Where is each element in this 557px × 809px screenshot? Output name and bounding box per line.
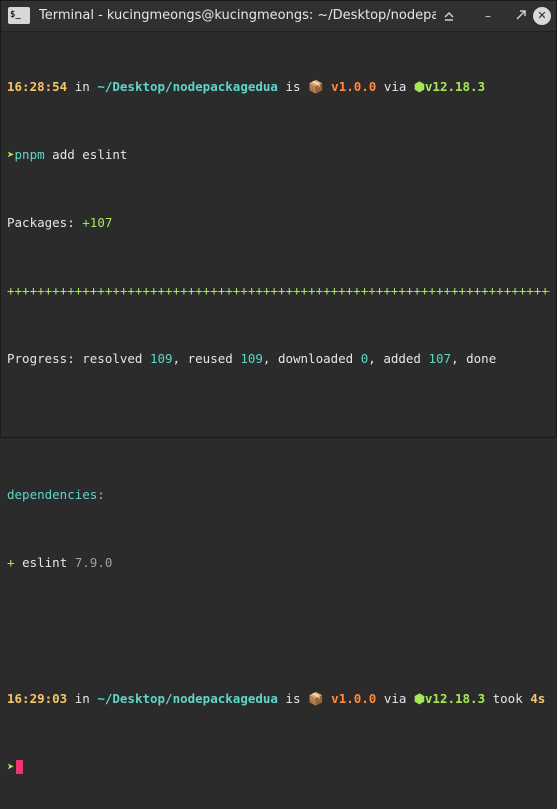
progress-text: , downloaded [262, 351, 361, 366]
command-name: pnpm [14, 147, 45, 162]
window-title: Terminal - kucingmeongs@kucingmeongs: ~/… [39, 8, 436, 23]
prompt-line-1: 16:28:54 in ~/Desktop/nodepackagedua is … [7, 78, 550, 95]
package-icon: 📦 [308, 691, 324, 706]
prompt-text: took [485, 691, 531, 706]
reused-count: 109 [240, 351, 263, 366]
dependency-version: 7.9.0 [67, 555, 113, 570]
close-button[interactable]: ✕ [533, 7, 551, 25]
package-icon: 📦 [308, 79, 324, 94]
chevron-up-icon[interactable] [440, 7, 458, 25]
package-version: v1.0.0 [323, 79, 377, 94]
progress-line: Progress: resolved 109, reused 109, down… [7, 350, 550, 367]
terminal-window: $_ Terminal - kucingmeongs@kucingmeongs:… [0, 0, 557, 774]
dependency-plus: + [7, 555, 23, 570]
prompt-time: 16:29:03 [7, 691, 68, 706]
prompt-text: is [277, 79, 309, 94]
prompt-text: is [277, 691, 309, 706]
prompt-arrow-icon: ➤ [7, 147, 15, 162]
package-version: v1.0.0 [323, 691, 377, 706]
dependency-name: eslint [22, 555, 68, 570]
title-bar[interactable]: $_ Terminal - kucingmeongs@kucingmeongs:… [1, 1, 556, 32]
prompt-path: ~/Desktop/nodepackagedua [97, 691, 278, 706]
prompt-line-2: 16:29:03 in ~/Desktop/nodepackagedua is … [7, 690, 550, 707]
command-args: add eslint [44, 147, 128, 162]
terminal-app-icon: $_ [8, 7, 30, 24]
terminal-output[interactable]: 16:28:54 in ~/Desktop/nodepackagedua is … [7, 44, 550, 809]
prompt-text: via [376, 79, 414, 94]
node-icon: ⬢ [413, 691, 425, 706]
packages-count: +107 [82, 215, 113, 230]
progress-text: , reused [172, 351, 241, 366]
prompt-path: ~/Desktop/nodepackagedua [97, 79, 278, 94]
maximize-button[interactable] [512, 7, 530, 25]
added-count: 107 [428, 351, 452, 366]
prompt-arrow-icon: ➤ [7, 759, 15, 774]
text-cursor [15, 760, 23, 774]
prompt-text: via [376, 691, 414, 706]
node-icon: ⬢ [413, 79, 425, 94]
dependency-line: + eslint 7.9.0 [7, 554, 550, 571]
node-version: v12.18.3 [424, 79, 486, 94]
prompt-time: 16:28:54 [7, 79, 68, 94]
command-line: ➤pnpm add eslint [7, 146, 550, 163]
packages-label: Packages: [7, 215, 83, 230]
dependencies-header: dependencies: [7, 487, 105, 502]
prompt-text: in [67, 79, 98, 94]
active-prompt-line[interactable]: ➤ [7, 758, 550, 775]
progress-bar: ++++++++++++++++++++++++++++++++++++++++… [7, 283, 550, 298]
resolved-count: 109 [150, 351, 173, 366]
progress-text: , done [451, 351, 497, 366]
packages-line: Packages: +107 [7, 214, 550, 231]
node-version: v12.18.3 [424, 691, 486, 706]
progress-text: , added [368, 351, 429, 366]
minimize-button[interactable]: – [479, 7, 497, 25]
command-duration: 4s [530, 691, 546, 706]
prompt-text: in [67, 691, 98, 706]
progress-text: Progress: resolved [7, 351, 150, 366]
